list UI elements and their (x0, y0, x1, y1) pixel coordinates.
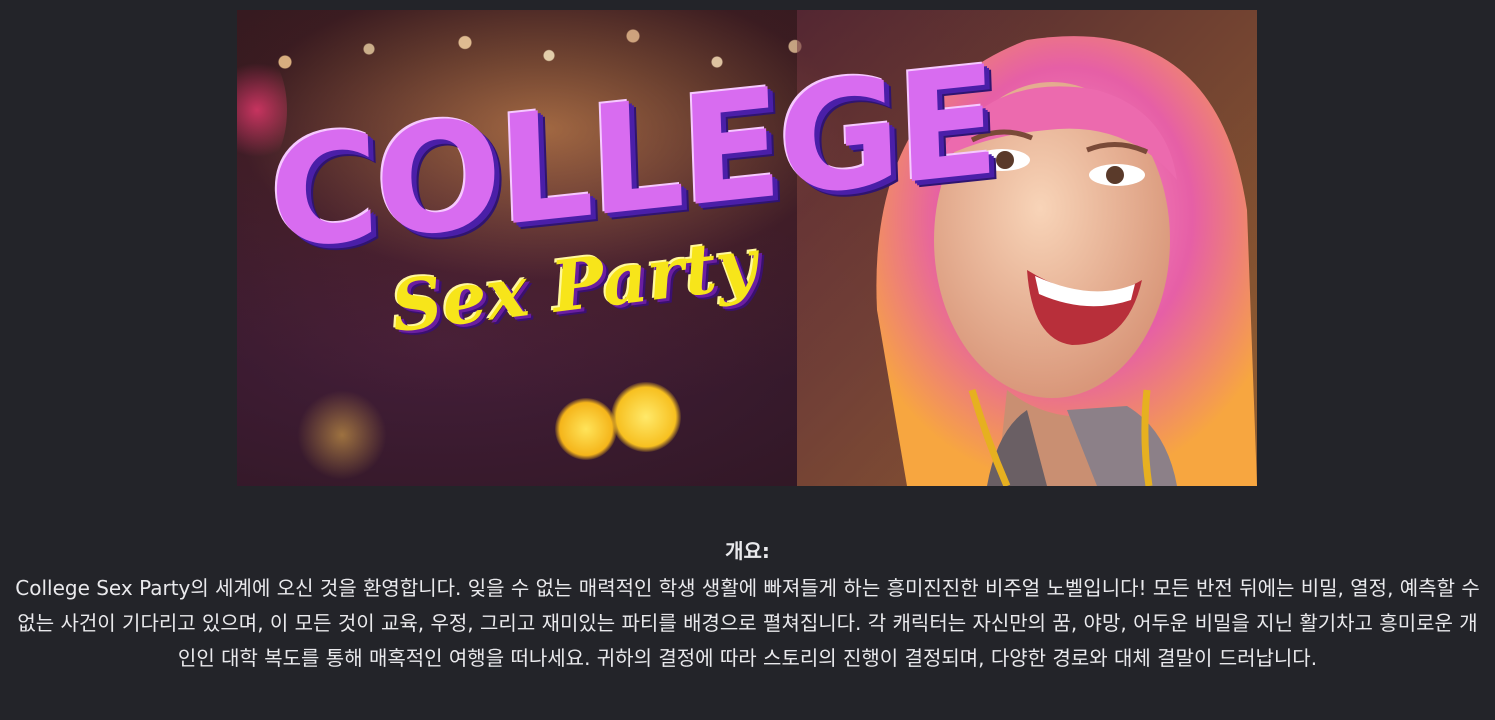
description-heading: 개요: (725, 539, 770, 563)
bokeh-light (297, 390, 387, 480)
description-text: College Sex Party의 세계에 오신 것을 환영합니다. 잊을 수… (15, 576, 1480, 670)
bokeh-light (555, 398, 617, 460)
game-banner-image: COLLEGE Sex Party (237, 10, 1257, 486)
game-description: 개요: College Sex Party의 세계에 오신 것을 환영합니다. … (0, 534, 1495, 676)
bokeh-light (611, 382, 681, 452)
